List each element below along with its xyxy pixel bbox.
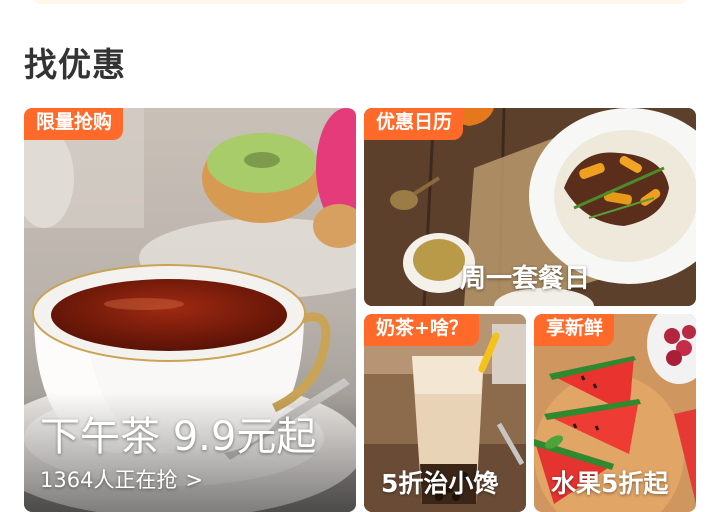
monday-combo-title: 周一套餐日 [460,264,591,294]
milk-tea-title: 5折治小馋 [381,469,499,498]
top-divider [35,0,685,4]
milk-tea-tag: 奶茶+啥？ [364,314,479,346]
fresh-tag: 享新鲜 [534,314,615,346]
limited-sale-tag: 限量抢购 [24,108,124,140]
section-title: 找优惠 [24,45,126,84]
afternoon-tea-subtitle: 1364人正在抢 > [40,464,203,494]
fruit-discount-title: 水果5折起 [551,469,669,498]
afternoon-tea-card[interactable]: 限量抢购 下午茶 9.9元起 1364人正在抢 > [24,108,356,512]
discount-calendar-tag: 优惠日历 [364,108,464,140]
discount-calendar-card[interactable]: 优惠日历 周一套餐日 [364,108,696,306]
milk-tea-card[interactable]: 奶茶+啥？ 5折治小馋 [364,314,526,512]
chevron-right-icon: > [185,468,204,492]
grabbing-count-text: 1364人正在抢 [40,468,178,492]
fresh-fruit-card[interactable]: 享新鲜 水果5折起 [534,314,696,512]
afternoon-tea-title: 下午茶 9.9元起 [40,414,317,460]
